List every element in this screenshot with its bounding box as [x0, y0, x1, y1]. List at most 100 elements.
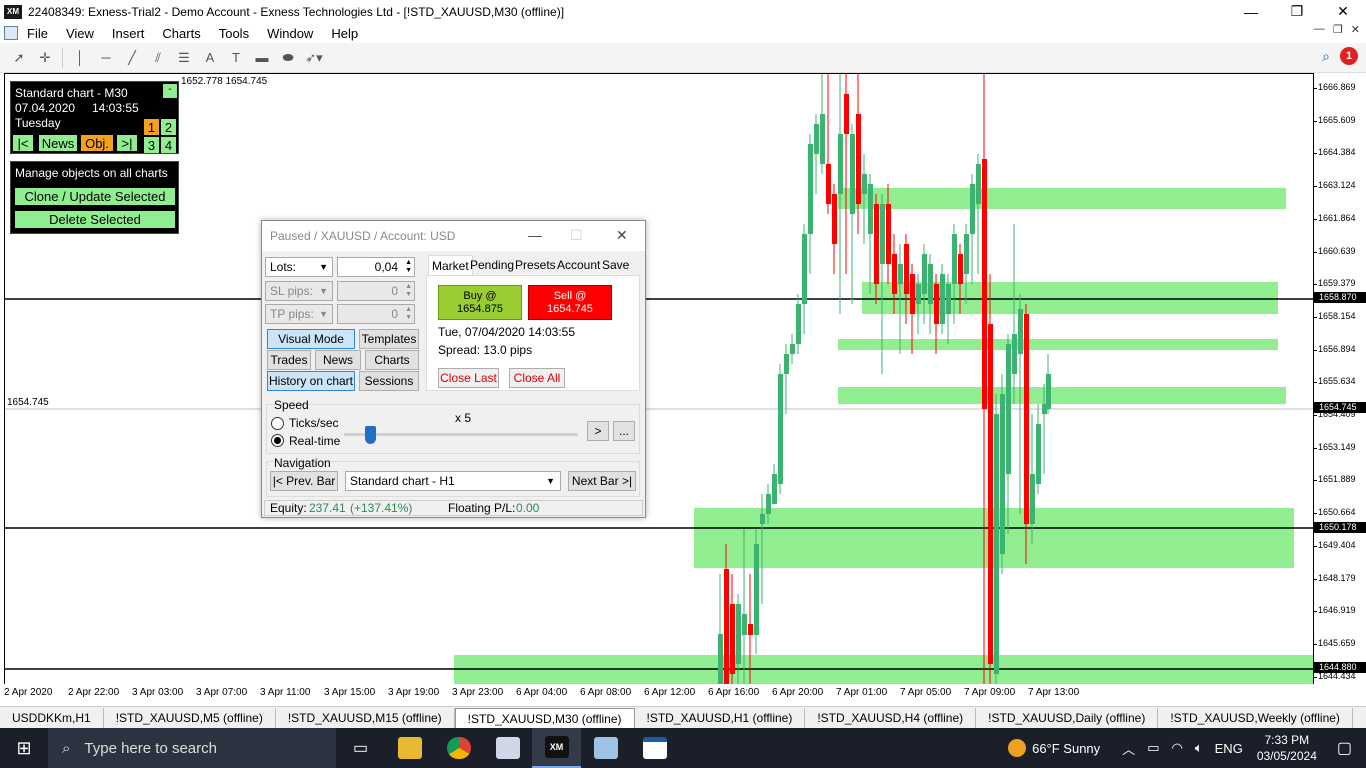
menu-view[interactable]: View [57, 26, 103, 41]
sell-button[interactable]: Sell @1654.745 [528, 285, 612, 320]
ticks-radio[interactable] [271, 417, 284, 430]
ellipse-icon[interactable]: ⬬ [275, 46, 301, 70]
panel-collapse-button[interactable]: - [163, 84, 177, 98]
menu-charts[interactable]: Charts [153, 26, 209, 41]
charts-button[interactable]: Charts [365, 350, 419, 370]
menu-insert[interactable]: Insert [103, 26, 154, 41]
task-view-icon[interactable]: ▭ [336, 728, 385, 768]
channel-icon[interactable]: ⫽ [145, 46, 171, 70]
volume-icon[interactable]: 🔈︎ [1195, 740, 1203, 756]
chart-tab[interactable]: !STD_XAUUSD,H4 (offline) [805, 708, 977, 728]
mdi-restore-button[interactable]: ❐ [1333, 23, 1343, 36]
lots-dropdown[interactable]: Lots: ▼ [265, 257, 333, 277]
tab-market[interactable]: Market [428, 255, 473, 275]
trendline-icon[interactable]: ╱ [119, 46, 145, 70]
crosshair-icon[interactable]: ✛ [32, 46, 58, 70]
menu-tools[interactable]: Tools [210, 26, 258, 41]
next-bar-button[interactable]: Next Bar >| [568, 471, 636, 491]
panel-obj-button[interactable]: Obj. [81, 135, 113, 151]
realtime-radio[interactable] [271, 434, 284, 447]
menu-help[interactable]: Help [322, 26, 367, 41]
close-button[interactable]: ✕ [1320, 0, 1366, 23]
mdi-minimize-button[interactable]: — [1314, 23, 1325, 36]
speed-slider-track[interactable] [344, 433, 578, 436]
chart-tab[interactable]: !STD_XAUUSD,Weekly (offline) [1158, 708, 1353, 728]
chart-tab[interactable]: !STD_XAUUSD,M5 (offline) [104, 708, 276, 728]
chart-tab[interactable]: !STD_XAUUSD,M30 (offline) [454, 708, 635, 728]
news-button[interactable]: News [315, 350, 361, 370]
text-icon[interactable]: A [197, 46, 223, 70]
panel-num-4[interactable]: 4 [161, 137, 176, 153]
buy-button[interactable]: Buy @1654.875 [438, 285, 522, 320]
menu-window[interactable]: Window [258, 26, 322, 41]
chrome-icon[interactable] [434, 728, 483, 768]
rectangle-icon[interactable]: ▬ [249, 46, 275, 70]
menu-file[interactable]: File [18, 26, 57, 41]
close-last-button[interactable]: Close Last [438, 368, 499, 388]
file-explorer-icon[interactable] [385, 728, 434, 768]
chart-tab[interactable]: !STD_XAUUSD,Daily (offline) [976, 708, 1159, 728]
chart-tab[interactable]: !STD_XAU [1353, 708, 1366, 728]
maximize-button[interactable]: ❐ [1274, 0, 1320, 23]
tp-dropdown[interactable]: TP pips: ▼ [265, 304, 333, 324]
chart-tab[interactable]: USDDKKm,H1 [0, 708, 104, 728]
panel-news-button[interactable]: News [39, 135, 77, 151]
vertical-line-icon[interactable]: │ [67, 46, 93, 70]
visual-mode-button[interactable]: Visual Mode [267, 329, 355, 349]
windows-start-icon[interactable]: ⊞ [0, 728, 48, 768]
sessions-button[interactable]: Sessions [359, 371, 419, 391]
clone-update-button[interactable]: Clone / Update Selected [15, 188, 175, 205]
minimize-button[interactable]: — [1228, 0, 1274, 23]
xm-terminal-icon[interactable]: XM [532, 728, 581, 768]
taskbar-search[interactable]: ⌕ Type here to search [48, 728, 336, 768]
more-button[interactable]: ... [613, 421, 635, 441]
dialog-close-button[interactable]: ✕ [616, 227, 628, 244]
panel-prev-button[interactable]: |< [13, 135, 33, 151]
speed-slider-thumb[interactable] [365, 426, 376, 444]
tab-save[interactable]: Save [599, 255, 632, 275]
document-icon[interactable] [4, 26, 18, 40]
paint-icon[interactable] [581, 728, 630, 768]
tab-pending[interactable]: Pending [467, 255, 517, 275]
tab-account[interactable]: Account [554, 255, 603, 275]
battery-icon[interactable]: ▭ [1147, 740, 1159, 756]
cursor-icon[interactable]: ➚ [6, 46, 32, 70]
panel-num-1[interactable]: 1 [144, 119, 159, 135]
wifi-icon[interactable]: ◠ [1171, 740, 1182, 756]
text-label-icon[interactable]: T [223, 46, 249, 70]
panel-num-3[interactable]: 3 [144, 137, 159, 153]
chart-tab[interactable]: !STD_XAUUSD,H1 (offline) [635, 708, 806, 728]
clock[interactable]: 7:33 PM 03/05/2024 [1257, 732, 1317, 764]
arrows-icon[interactable]: ➶▾ [301, 46, 327, 70]
mdi-close-button[interactable]: ✕ [1351, 23, 1360, 36]
search-icon[interactable]: ⌕ [1322, 48, 1330, 65]
panel-next-button[interactable]: >| [117, 135, 137, 151]
chevron-up-icon[interactable]: ︿ [1122, 739, 1135, 758]
language-indicator[interactable]: ENG [1215, 741, 1243, 756]
horizontal-line-icon[interactable]: ─ [93, 46, 119, 70]
forex-simulator-icon[interactable] [630, 728, 679, 768]
dialog-minimize-button[interactable]: — [528, 227, 542, 243]
close-all-button[interactable]: Close All [509, 368, 565, 388]
play-button[interactable]: > [587, 421, 609, 441]
weather-widget[interactable]: 66°F Sunny [1008, 739, 1100, 757]
fibonacci-icon[interactable]: ☰ [171, 46, 197, 70]
dialog-maximize-button[interactable]: ☐ [570, 227, 583, 244]
sl-input[interactable]: 0 ▲ ▼ [337, 281, 415, 301]
trades-button[interactable]: Trades [267, 350, 311, 370]
app-icon[interactable] [483, 728, 532, 768]
templates-button[interactable]: Templates [359, 329, 419, 349]
delete-selected-button[interactable]: Delete Selected [15, 211, 175, 228]
tp-input[interactable]: 0 ▲ ▼ [337, 304, 415, 324]
chart-select[interactable]: Standard chart - H1 ▼ [345, 471, 561, 491]
notification-icon[interactable]: ▢ [1337, 738, 1352, 758]
prev-bar-button[interactable]: |< Prev. Bar [270, 471, 338, 491]
sl-dropdown[interactable]: SL pips: ▼ [265, 281, 333, 301]
tab-presets[interactable]: Presets [512, 255, 559, 275]
alert-badge[interactable]: 1 [1340, 47, 1358, 65]
history-on-chart-button[interactable]: History on chart [267, 371, 355, 391]
lots-input[interactable]: 0,04 ▲ ▼ [337, 257, 415, 277]
price-chart[interactable]: 1652.778 1654.745 1654.745 [4, 73, 1313, 684]
chart-tab[interactable]: !STD_XAUUSD,M15 (offline) [276, 708, 455, 728]
panel-num-2[interactable]: 2 [161, 119, 176, 135]
